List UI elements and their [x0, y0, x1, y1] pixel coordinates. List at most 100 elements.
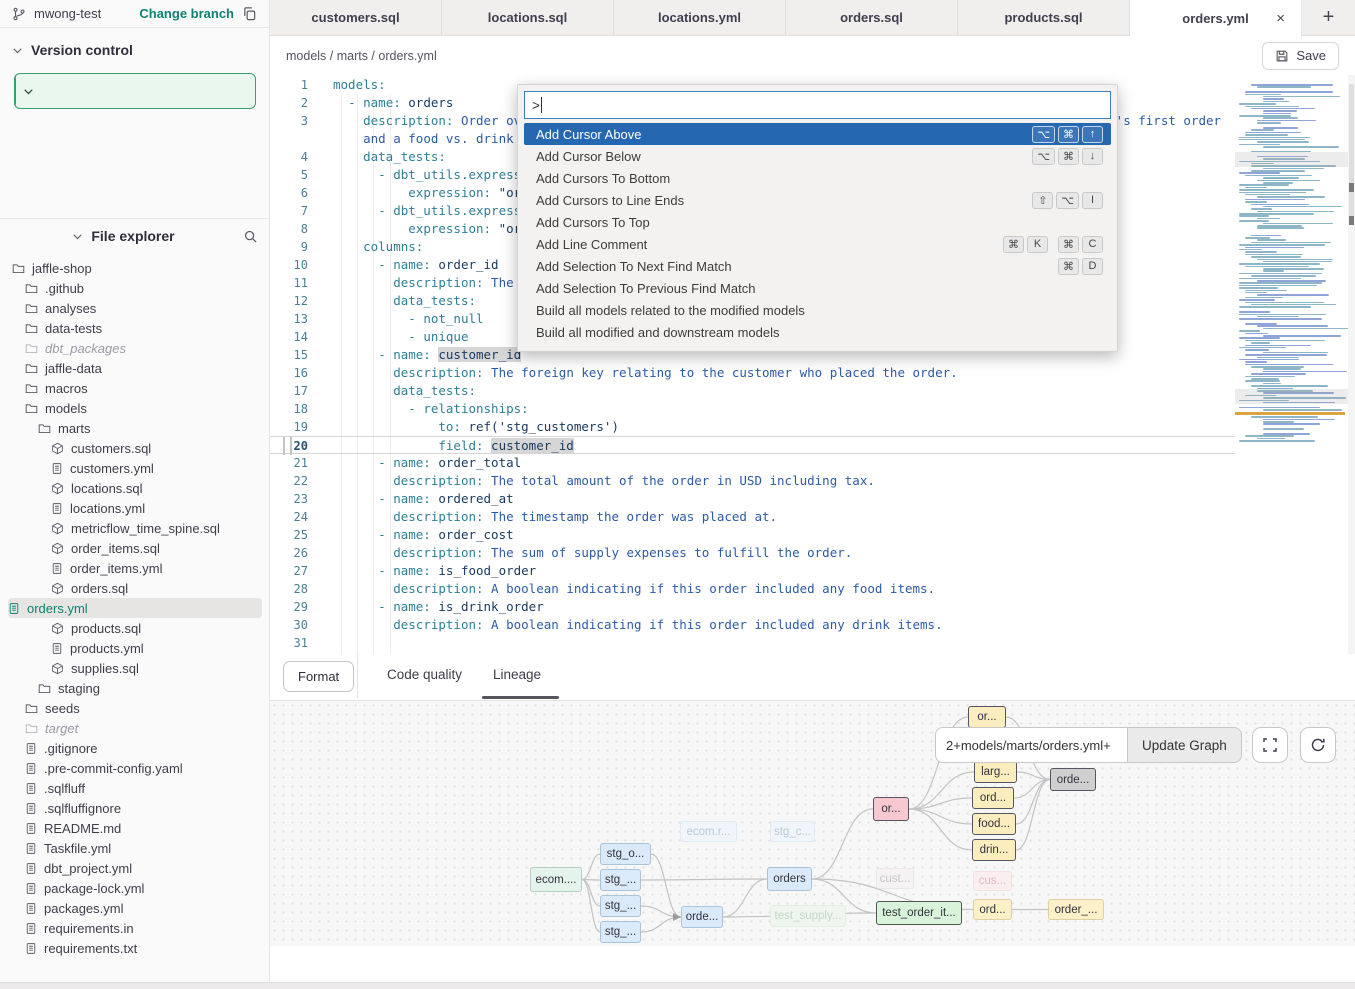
lineage-node-ord_y2[interactable]: ord... [973, 899, 1012, 920]
code-line[interactable]: 31 [270, 634, 1235, 652]
tree-file-README.md[interactable]: README.md [0, 818, 270, 838]
tree-file-order_items.yml[interactable]: order_items.yml [0, 558, 270, 578]
code-line[interactable]: 18 - relationships: [270, 400, 1235, 418]
lineage-graph[interactable]: 2+models/marts/orders.yml+ Update Graph … [270, 701, 1355, 946]
lineage-node-ord_y1[interactable]: ord... [972, 787, 1014, 809]
lineage-node-orders[interactable]: orders [767, 867, 812, 891]
tree-folder-models[interactable]: models [0, 398, 270, 418]
command-palette-input[interactable]: > [524, 91, 1111, 119]
tree-folder-marts[interactable]: marts [0, 418, 270, 438]
code-line[interactable]: 17 data_tests: [270, 382, 1235, 400]
code-line[interactable]: 24 description: The timestamp the order … [270, 508, 1235, 526]
command-item[interactable]: Add Cursor Below⌥⌘↓ [524, 145, 1111, 167]
lineage-node-larg[interactable]: larg... [974, 761, 1017, 783]
lineage-node-or_pink[interactable]: or... [873, 797, 909, 821]
tab-locations.sql[interactable]: locations.sql [442, 0, 614, 35]
create-pr-button[interactable]: Create a pull request on Git... [14, 73, 256, 109]
change-branch-link[interactable]: Change branch [139, 6, 234, 21]
lineage-node-ecom_r[interactable]: ecom.r... [680, 821, 737, 842]
lineage-filter-input[interactable]: 2+models/marts/orders.yml+ [935, 727, 1128, 763]
tree-folder-target[interactable]: target [0, 718, 270, 738]
chevron-down-icon[interactable] [12, 45, 23, 56]
fullscreen-button[interactable] [1252, 727, 1288, 763]
tree-file-.gitignore[interactable]: .gitignore [0, 738, 270, 758]
chevron-down-icon[interactable] [72, 231, 83, 242]
code-line[interactable]: 29 - name: is_drink_order [270, 598, 1235, 616]
tree-file-package-lock.yml[interactable]: package-lock.yml [0, 878, 270, 898]
tab-orders.yml[interactable]: orders.yml× [1130, 0, 1302, 37]
lineage-node-stg_c[interactable]: stg_c... [770, 821, 815, 842]
command-item[interactable]: Add Cursor Above⌥⌘↑ [524, 123, 1111, 145]
tree-file-.sqlfluffignore[interactable]: .sqlfluffignore [0, 798, 270, 818]
command-item[interactable]: Add Line Comment⌘K⌘C [524, 233, 1111, 255]
tab-lineage[interactable]: Lineage [493, 667, 541, 682]
command-item[interactable]: Build all modified and downstream models [524, 321, 1111, 343]
lineage-node-orde_b[interactable]: orde... [681, 906, 723, 928]
close-icon[interactable]: × [1276, 10, 1285, 27]
tree-folder-data-tests[interactable]: data-tests [0, 318, 270, 338]
tree-folder-staging[interactable]: staging [0, 678, 270, 698]
tree-file-requirements.in[interactable]: requirements.in [0, 918, 270, 938]
command-item[interactable]: Add Selection To Previous Find Match [524, 277, 1111, 299]
search-icon[interactable] [243, 229, 258, 244]
update-graph-button[interactable]: Update Graph [1128, 727, 1242, 763]
tree-folder-dbt_packages[interactable]: dbt_packages [0, 338, 270, 358]
command-item[interactable]: Add Cursors To Top [524, 211, 1111, 233]
tab-code-quality[interactable]: Code quality [387, 667, 462, 682]
tree-file-customers.yml[interactable]: customers.yml [0, 458, 270, 478]
lineage-node-order_y3[interactable]: order_... [1048, 899, 1104, 920]
tab-products.sql[interactable]: products.sql [958, 0, 1130, 35]
lineage-node-drin[interactable]: drin... [972, 839, 1016, 861]
tree-file-requirements.txt[interactable]: requirements.txt [0, 938, 270, 958]
file-explorer-header[interactable]: File explorer [0, 220, 270, 252]
tree-file-.sqlfluff[interactable]: .sqlfluff [0, 778, 270, 798]
lineage-node-test_s[interactable]: test_supply... [770, 905, 846, 927]
tree-file-customers.sql[interactable]: customers.sql [0, 438, 270, 458]
scrollbar-thumb[interactable] [1349, 84, 1354, 224]
tree-file-supplies.sql[interactable]: supplies.sql [0, 658, 270, 678]
tree-folder-jaffle-shop[interactable]: jaffle-shop [0, 258, 270, 278]
lineage-node-cus_f[interactable]: cus... [973, 871, 1012, 891]
code-editor[interactable]: 1models:2 - name: orders3 description: O… [270, 75, 1355, 690]
lineage-node-food[interactable]: food... [972, 813, 1016, 835]
code-line[interactable]: 21 - name: order_total [270, 454, 1235, 472]
tree-folder-.github[interactable]: .github [0, 278, 270, 298]
tree-file-packages.yml[interactable]: packages.yml [0, 898, 270, 918]
copy-icon[interactable] [242, 6, 257, 21]
tree-folder-jaffle-data[interactable]: jaffle-data [0, 358, 270, 378]
tab-locations.yml[interactable]: locations.yml [614, 0, 786, 35]
lineage-node-test_o[interactable]: test_order_it... [876, 901, 962, 925]
tree-file-metricflow_time_spine.sql[interactable]: metricflow_time_spine.sql [0, 518, 270, 538]
tree-file-locations.yml[interactable]: locations.yml [0, 498, 270, 518]
lineage-node-stg_3[interactable]: stg_... [600, 921, 641, 943]
lineage-node-stg_o[interactable]: stg_o... [600, 843, 651, 865]
tree-file-Taskfile.yml[interactable]: Taskfile.yml [0, 838, 270, 858]
lineage-node-stg_2[interactable]: stg_... [600, 895, 641, 917]
tree-file-orders.sql[interactable]: orders.sql [0, 578, 270, 598]
minimap-viewport[interactable] [1235, 389, 1348, 404]
code-line[interactable]: 27 - name: is_food_order [270, 562, 1235, 580]
tab-orders.sql[interactable]: orders.sql [786, 0, 958, 35]
tree-file-products.yml[interactable]: products.yml [0, 638, 270, 658]
code-line[interactable]: 20 field: customer_id [270, 436, 1235, 454]
lineage-node-stg_1[interactable]: stg_... [600, 869, 641, 891]
lineage-node-cust_f[interactable]: cust... [876, 868, 914, 889]
refresh-button[interactable] [1300, 727, 1336, 763]
code-line[interactable]: 23 - name: ordered_at [270, 490, 1235, 508]
command-item[interactable]: Add Cursors to Line Ends⇧⌥I [524, 189, 1111, 211]
code-line[interactable]: 22 description: The total amount of the … [270, 472, 1235, 490]
command-item[interactable]: Build all models related to the modified… [524, 299, 1111, 321]
tree-file-order_items.sql[interactable]: order_items.sql [0, 538, 270, 558]
new-tab-button[interactable]: + [1302, 0, 1355, 35]
tree-folder-macros[interactable]: macros [0, 378, 270, 398]
code-line[interactable]: 26 description: The sum of supply expens… [270, 544, 1235, 562]
code-line[interactable]: 25 - name: order_cost [270, 526, 1235, 544]
command-item[interactable]: Add Selection To Next Find Match⌘D [524, 255, 1111, 277]
editor-scrollbar[interactable] [1348, 75, 1355, 690]
tree-file-orders.yml[interactable]: orders.yml [8, 598, 262, 618]
code-line[interactable]: 30 description: A boolean indicating if … [270, 616, 1235, 634]
tree-folder-seeds[interactable]: seeds [0, 698, 270, 718]
tree-file-.pre-commit-config.yaml[interactable]: .pre-commit-config.yaml [0, 758, 270, 778]
save-button[interactable]: Save [1262, 42, 1339, 70]
create-pr-dropdown[interactable] [15, 74, 41, 108]
